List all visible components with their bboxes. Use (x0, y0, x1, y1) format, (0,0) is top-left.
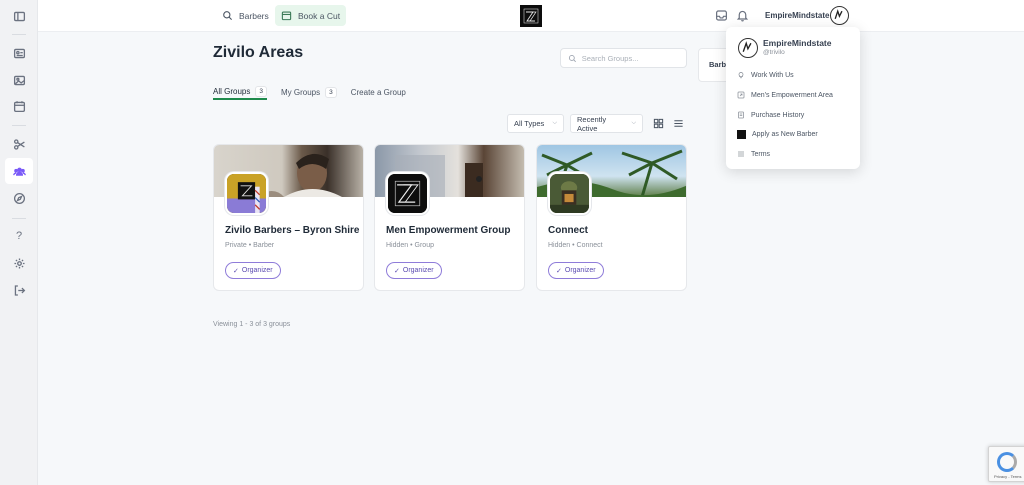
menu-item-label: Purchase History (751, 111, 805, 119)
inbox-icon[interactable] (715, 9, 728, 22)
menu-item-label: Apply as New Barber (752, 130, 818, 138)
organizer-badge: ✓ Organizer (548, 262, 604, 279)
search-icon (568, 54, 576, 62)
menu-item-apply-barber[interactable]: Apply as New Barber (737, 128, 818, 140)
book-a-cut-button[interactable]: Book a Cut (275, 5, 347, 26)
group-title[interactable]: Zivilo Barbers – Byron Shire (225, 225, 360, 236)
help-icon[interactable]: ? (5, 223, 33, 249)
site-logo[interactable] (520, 5, 542, 27)
groups-icon[interactable] (5, 158, 33, 184)
menu-item-mens-empowerment[interactable]: Men's Empowerment Area (737, 89, 833, 101)
group-meta: Hidden • Group (386, 242, 434, 249)
grid-view-icon[interactable] (649, 114, 667, 132)
calendar-icon[interactable] (5, 93, 33, 119)
group-search[interactable] (560, 48, 687, 68)
organizer-label: Organizer (241, 267, 273, 274)
chevron-down-icon: ⌵ (552, 120, 557, 126)
menu-item-work-with-us[interactable]: Work With Us (737, 69, 794, 81)
tab-all-groups[interactable]: All Groups 3 (213, 84, 267, 100)
group-avatar (548, 172, 591, 215)
sidebar: ? (0, 0, 38, 485)
compass-icon[interactable] (5, 185, 33, 211)
dropdown-user-name[interactable]: EmpireMindstate (763, 38, 832, 48)
sidebar-divider (12, 125, 26, 126)
menu-icon (738, 151, 744, 157)
top-bar: Barbers Book a Cut EmpireMindstate (38, 0, 1024, 32)
tab-my-groups[interactable]: My Groups 3 (281, 84, 337, 100)
tab-create-group[interactable]: Create a Group (351, 84, 406, 100)
menu-item-purchase-history[interactable]: Purchase History (737, 109, 804, 121)
user-avatar[interactable] (830, 6, 849, 25)
menu-item-label: Terms (751, 150, 771, 158)
group-avatar (225, 172, 268, 215)
group-meta: Private • Barber (225, 242, 275, 249)
photos-icon[interactable] (5, 67, 33, 93)
menu-item-label: Men's Empowerment Area (751, 91, 833, 99)
pagination-summary: Viewing 1 - 3 of 3 groups (213, 321, 291, 328)
search-input[interactable] (581, 53, 679, 63)
receipt-icon (738, 111, 744, 119)
check-icon: ✓ (233, 267, 239, 275)
group-title[interactable]: Men Empowerment Group (386, 225, 510, 236)
page-title: Zivilo Areas (213, 44, 304, 61)
share-icon (737, 91, 745, 99)
recaptcha-badge[interactable]: Privacy - Terms (988, 446, 1024, 482)
tab-count: 3 (255, 85, 267, 97)
type-filter-select[interactable]: All Types ⌵ (507, 114, 564, 133)
organizer-label: Organizer (402, 267, 434, 274)
chevron-down-icon: ⌵ (631, 120, 636, 126)
group-card[interactable]: Zivilo Barbers – Byron Shire Private • B… (213, 144, 364, 291)
recaptcha-icon (997, 452, 1017, 472)
settings-gear-icon[interactable] (5, 250, 33, 276)
scissors-icon[interactable] (5, 131, 33, 157)
book-a-cut-label: Book a Cut (298, 10, 341, 21)
group-tabs: All Groups 3 My Groups 3 Create a Group (213, 84, 406, 102)
group-card[interactable]: Men Empowerment Group Hidden • Group ✓ O… (374, 144, 525, 291)
type-filter-value: All Types (514, 119, 545, 128)
barbers-label: Barbers (239, 10, 269, 21)
organizer-badge: ✓ Organizer (225, 262, 281, 279)
user-dropdown-menu: EmpireMindstate @trivilo Work With Us Me… (726, 27, 860, 169)
group-avatar (386, 172, 429, 215)
profile-card-icon[interactable] (5, 40, 33, 66)
organizer-label: Organizer (564, 267, 596, 274)
notifications-bell-icon[interactable] (736, 9, 749, 22)
dropdown-user-handle: @trivilo (763, 49, 785, 56)
tab-label: All Groups (213, 86, 251, 96)
check-icon: ✓ (394, 267, 400, 275)
check-icon: ✓ (556, 267, 562, 275)
menu-item-label: Work With Us (751, 71, 794, 79)
order-filter-value: Recently Active (577, 114, 607, 133)
group-meta: Hidden • Connect (548, 242, 603, 249)
logo-square-icon (737, 129, 746, 139)
logout-icon[interactable] (5, 277, 33, 303)
order-filter-select[interactable]: Recently Active ⌵ (570, 114, 643, 133)
barbers-link[interactable]: Barbers (216, 5, 275, 26)
organizer-badge: ✓ Organizer (386, 262, 442, 279)
recaptcha-text: Privacy - Terms (994, 474, 1022, 479)
calendar-icon (281, 11, 292, 21)
group-title[interactable]: Connect (548, 225, 588, 236)
list-view-icon[interactable] (669, 114, 687, 132)
sidebar-divider (12, 218, 26, 219)
user-name[interactable]: EmpireMindstate (765, 11, 829, 20)
sidebar-divider (12, 34, 26, 35)
lightbulb-icon (738, 72, 744, 79)
tab-label: My Groups (280, 87, 321, 97)
group-card[interactable]: Connect Hidden • Connect ✓ Organizer (536, 144, 687, 291)
search-icon (223, 11, 233, 21)
menu-item-terms[interactable]: Terms (737, 148, 770, 160)
sidebar-toggle-icon[interactable] (5, 3, 33, 29)
side-widget-label: Barb (709, 60, 727, 69)
tab-label: Create a Group (350, 87, 406, 97)
dropdown-avatar (738, 38, 758, 58)
tab-count: 3 (325, 86, 337, 98)
